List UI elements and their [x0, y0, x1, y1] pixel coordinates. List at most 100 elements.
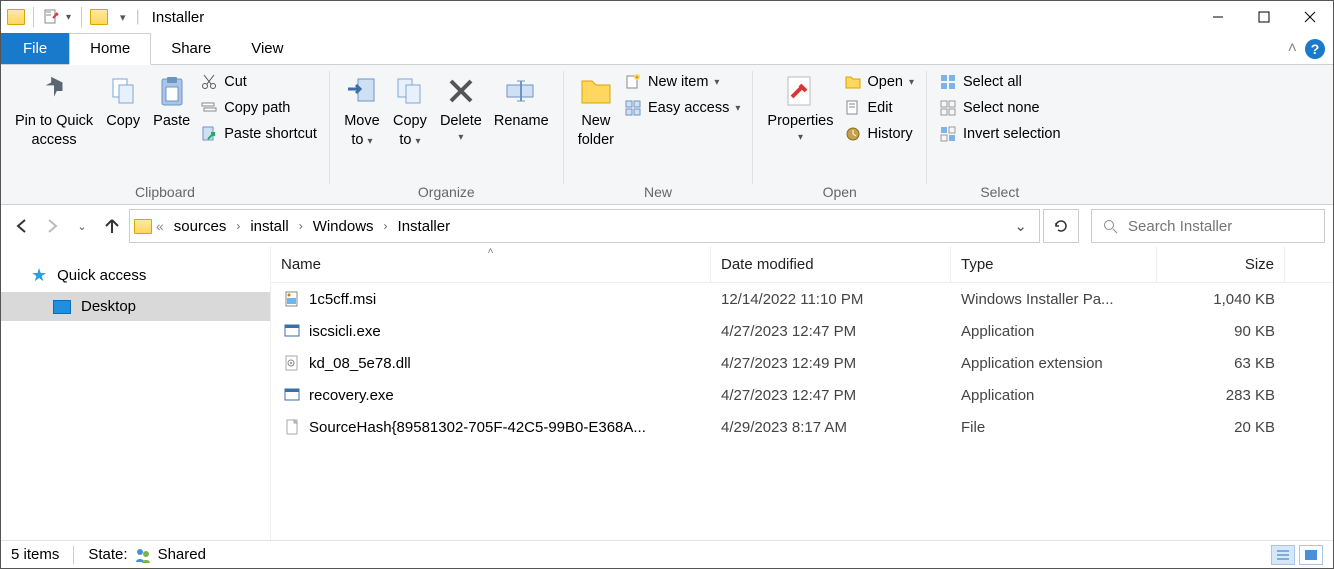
ribbon: Pin to Quickaccess Copy Paste Cut Copy p… [1, 65, 1333, 205]
organize-group-label: Organize [338, 182, 555, 204]
file-row[interactable]: SourceHash{89581302-705F-42C5-99B0-E368A… [271, 411, 1333, 443]
properties-button[interactable]: Properties▾ [761, 69, 839, 148]
invert-selection-button[interactable]: Invert selection [939, 125, 1061, 143]
qat-separator [81, 7, 82, 27]
file-size: 90 KB [1157, 323, 1285, 340]
file-row[interactable]: iscsicli.exe4/27/2023 12:47 PMApplicatio… [271, 315, 1333, 347]
qat-dropdown-icon[interactable]: ▾ [64, 12, 73, 23]
move-to-button[interactable]: Moveto ▾ [338, 69, 386, 154]
sidebar-item-quick-access[interactable]: ★ Quick access [1, 259, 270, 292]
paste-shortcut-icon [200, 125, 218, 143]
column-header-size[interactable]: Size [1157, 247, 1285, 282]
file-icon [283, 290, 301, 308]
new-item-button[interactable]: ✦New item ▾ [624, 73, 740, 91]
history-button[interactable]: History [844, 125, 915, 143]
up-button[interactable] [99, 211, 125, 241]
breadcrumb-item[interactable]: Installer [392, 218, 457, 235]
column-header-date[interactable]: Date modified [711, 247, 951, 282]
properties-icon [782, 73, 818, 109]
breadcrumb-item[interactable]: Windows [307, 218, 380, 235]
maximize-button[interactable] [1241, 2, 1287, 32]
desktop-icon [53, 300, 71, 314]
minimize-button[interactable] [1195, 2, 1241, 32]
recent-locations-button[interactable]: ⌄ [69, 211, 95, 241]
new-item-icon: ✦ [624, 73, 642, 91]
view-tab[interactable]: View [231, 33, 303, 64]
new-group-label: New [572, 182, 745, 204]
status-bar: 5 items State: Shared [1, 540, 1333, 568]
file-row[interactable]: kd_08_5e78.dll4/27/2023 12:49 PMApplicat… [271, 347, 1333, 379]
select-none-icon [939, 99, 957, 117]
file-type: Windows Installer Pa... [951, 291, 1157, 308]
select-group-label: Select [935, 182, 1065, 204]
paste-shortcut-button[interactable]: Paste shortcut [200, 125, 317, 143]
svg-text:✦: ✦ [635, 75, 639, 81]
share-tab[interactable]: Share [151, 33, 231, 64]
refresh-button[interactable] [1043, 209, 1079, 243]
file-tab[interactable]: File [1, 33, 69, 64]
easy-access-icon [624, 99, 642, 117]
open-icon [844, 73, 862, 91]
copy-path-button[interactable]: Copy path [200, 99, 317, 117]
select-none-button[interactable]: Select none [939, 99, 1061, 117]
quick-access-toolbar: ▾ ▾ | [1, 7, 146, 27]
navigation-bar: ⌄ « sources› install› Windows› Installer… [1, 205, 1333, 247]
copy-icon [105, 73, 141, 109]
file-name: kd_08_5e78.dll [309, 355, 411, 372]
file-row[interactable]: recovery.exe4/27/2023 12:47 PMApplicatio… [271, 379, 1333, 411]
delete-icon [443, 73, 479, 109]
address-dropdown-icon[interactable]: ⌄ [1006, 217, 1035, 235]
pin-to-quick-access-button[interactable]: Pin to Quickaccess [9, 69, 99, 154]
close-button[interactable] [1287, 2, 1333, 32]
open-button[interactable]: Open ▾ [844, 73, 915, 91]
forward-button[interactable] [39, 211, 65, 241]
file-icon [283, 418, 301, 436]
file-date: 4/27/2023 12:47 PM [711, 387, 951, 404]
copy-path-icon [200, 99, 218, 117]
search-box[interactable] [1091, 209, 1325, 243]
title-dropdown-icon[interactable]: ▾ [112, 11, 132, 24]
properties-qat-icon[interactable] [42, 8, 60, 26]
back-button[interactable] [9, 211, 35, 241]
address-bar[interactable]: « sources› install› Windows› Installer ⌄ [129, 209, 1040, 243]
rename-button[interactable]: Rename [488, 69, 555, 134]
state-label: State: [88, 546, 127, 563]
history-icon [844, 125, 862, 143]
details-view-button[interactable] [1271, 545, 1295, 565]
cut-button[interactable]: Cut [200, 73, 317, 91]
select-all-button[interactable]: Select all [939, 73, 1061, 91]
folder-title-icon [90, 9, 108, 25]
file-type: Application [951, 387, 1157, 404]
column-header-type[interactable]: Type [951, 247, 1157, 282]
edit-button[interactable]: Edit [844, 99, 915, 117]
clipboard-group-label: Clipboard [9, 182, 321, 204]
new-folder-button[interactable]: Newfolder [572, 69, 620, 154]
paste-button[interactable]: Paste [147, 69, 196, 134]
folder-qat-icon[interactable] [7, 9, 25, 25]
rename-icon [503, 73, 539, 109]
copy-to-button[interactable]: Copyto ▾ [386, 69, 434, 154]
column-header-name[interactable]: ˄Name [271, 247, 711, 282]
pin-icon [36, 73, 72, 109]
item-count: 5 items [11, 546, 59, 563]
breadcrumb-item[interactable]: install [244, 218, 294, 235]
sidebar-label: Quick access [57, 267, 146, 284]
collapse-ribbon-icon[interactable]: ˄ [1288, 40, 1297, 58]
home-tab[interactable]: Home [69, 33, 151, 65]
delete-button[interactable]: Delete▾ [434, 69, 488, 148]
file-name: SourceHash{89581302-705F-42C5-99B0-E368A… [309, 419, 646, 436]
help-icon[interactable]: ? [1305, 39, 1325, 59]
ribbon-tabs: File Home Share View ˄ ? [1, 33, 1333, 65]
file-name: iscsicli.exe [309, 323, 381, 340]
search-icon [1102, 218, 1118, 234]
large-icons-view-button[interactable] [1299, 545, 1323, 565]
new-folder-icon [578, 73, 614, 109]
scissors-icon [200, 73, 218, 91]
breadcrumb-item[interactable]: sources [168, 218, 233, 235]
file-row[interactable]: 1c5cff.msi12/14/2022 11:10 PMWindows Ins… [271, 283, 1333, 315]
copy-button[interactable]: Copy [99, 69, 147, 134]
file-date: 4/27/2023 12:47 PM [711, 323, 951, 340]
easy-access-button[interactable]: Easy access ▾ [624, 99, 740, 117]
search-input[interactable] [1128, 218, 1314, 235]
sidebar-item-desktop[interactable]: Desktop [1, 292, 270, 321]
